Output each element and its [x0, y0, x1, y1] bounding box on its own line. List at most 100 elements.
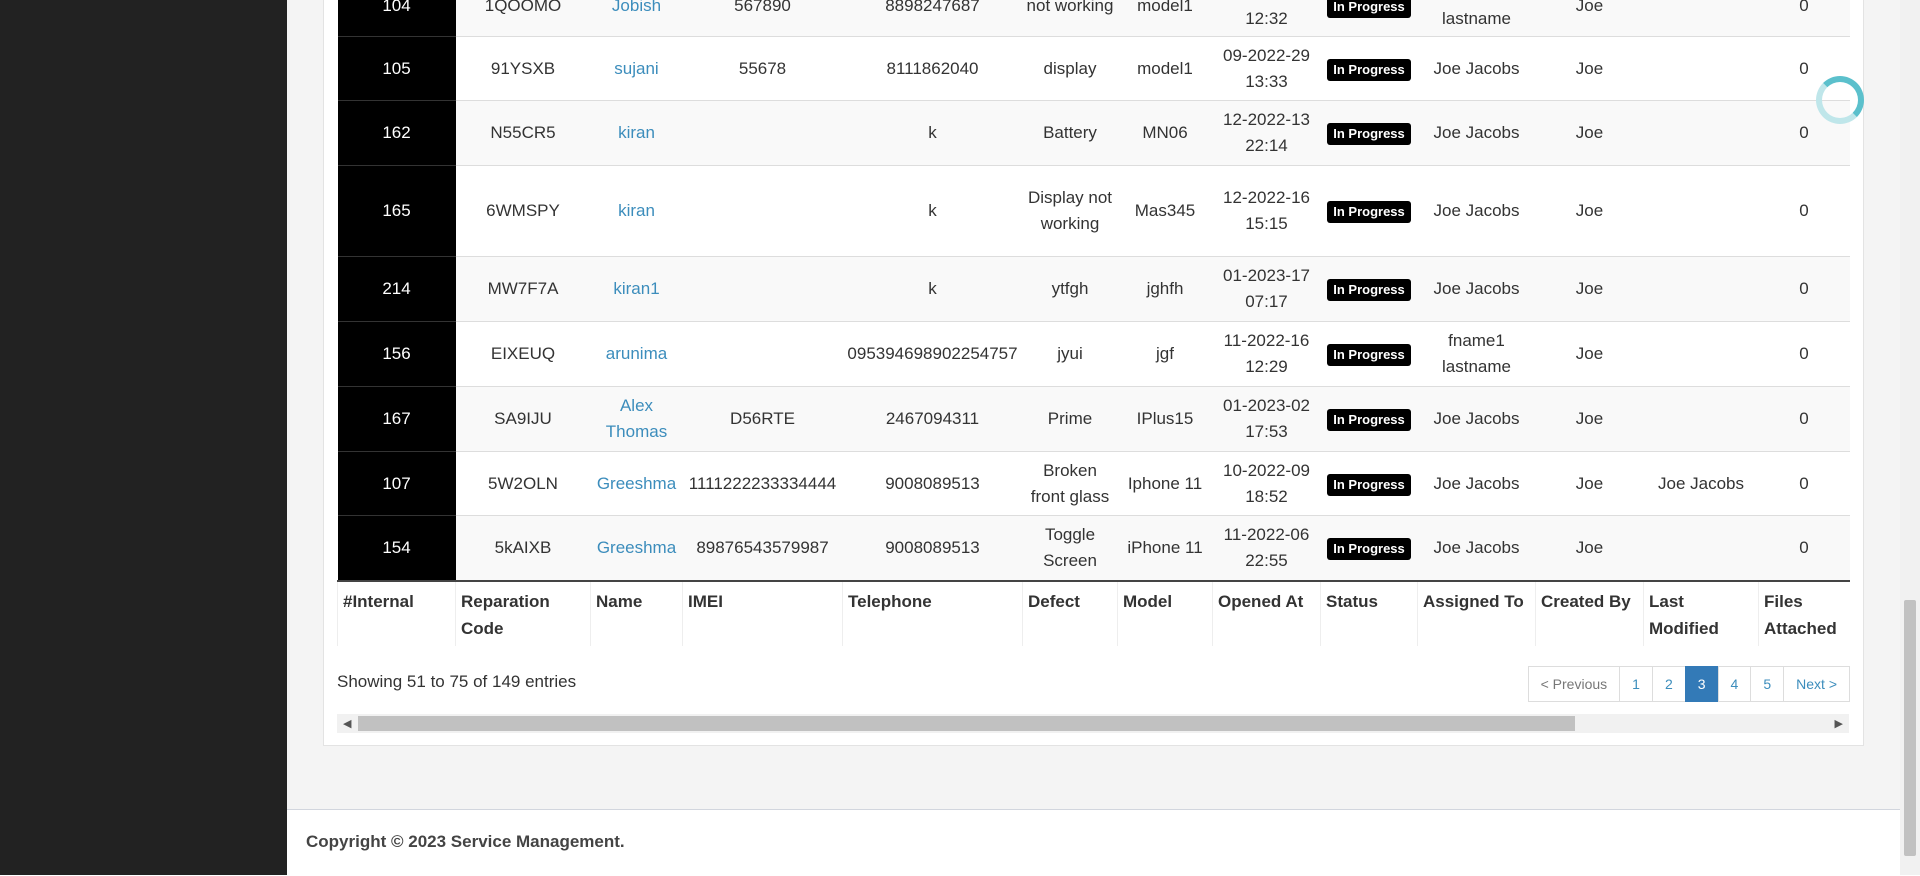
cell-defect: Toggle Screen: [1022, 515, 1118, 581]
table-info: Showing 51 to 75 of 149 entries: [337, 672, 577, 691]
column-header[interactable]: Reparation Code: [455, 579, 591, 646]
cell-name[interactable]: kiran: [590, 165, 683, 257]
cell-last-modified: [1643, 386, 1759, 452]
copyright-text: Copyright © 2023 Service Management.: [306, 832, 625, 851]
page-4-button[interactable]: 4: [1717, 666, 1752, 702]
main-content: 104 1QOOMO Jobish 567890 8898247687 not worki…: [287, 0, 1900, 876]
column-header[interactable]: Name: [590, 579, 683, 646]
vertical-scroll-thumb[interactable]: [1904, 600, 1916, 856]
table-row: 105 91YSXB sujani 55678 8111862040 display mod…: [337, 36, 1850, 101]
cell-model: Mas345: [1117, 165, 1213, 257]
column-header[interactable]: Last Modified: [1643, 579, 1759, 646]
cell-assigned-to: Joe Jacobs: [1417, 36, 1536, 101]
cell-model: IPlus15: [1117, 386, 1213, 452]
cell-defect: not working: [1022, 0, 1118, 37]
cell-name[interactable]: sujani: [590, 36, 683, 101]
cell-opened-at: 09-2022-29 12:32: [1212, 0, 1321, 37]
cell-assigned-to: fname1 lastname: [1417, 0, 1536, 37]
page-1-button[interactable]: 1: [1619, 666, 1653, 702]
cell-files: 0: [1758, 386, 1850, 452]
cell-last-modified: [1643, 321, 1759, 387]
column-header[interactable]: #Internal: [337, 579, 456, 646]
column-header[interactable]: IMEI: [682, 579, 843, 646]
cell-telephone: 9008089513: [842, 451, 1023, 516]
cell-model: MN06: [1117, 100, 1213, 166]
cell-defect: display: [1022, 36, 1118, 101]
cell-model: Iphone 11: [1117, 451, 1213, 516]
cell-assigned-to: Joe Jacobs: [1417, 515, 1536, 581]
column-header[interactable]: Model: [1117, 579, 1213, 646]
table-row: 154 5kAIXB Greeshma 89876543579987 900808951…: [337, 515, 1850, 581]
table-row: 156 EIXEUQ arunima 095394698902254757 jyui jg…: [337, 321, 1850, 387]
column-header[interactable]: Opened At: [1212, 579, 1321, 646]
cell-files: 0: [1758, 451, 1850, 516]
column-header[interactable]: Created By: [1535, 579, 1644, 646]
cell-created-by: Joe: [1535, 165, 1644, 257]
status-badge: In Progress: [1327, 123, 1411, 145]
cell-name[interactable]: Jobish: [590, 0, 683, 37]
cell-last-modified: [1643, 36, 1759, 101]
cell-opened-at: 01-2023-17 07:17: [1212, 256, 1321, 322]
cell-created-by: Joe: [1535, 0, 1644, 37]
cell-internal: 214: [337, 256, 456, 322]
cell-name[interactable]: Alex Thomas: [590, 386, 683, 452]
cell-telephone: 8898247687: [842, 0, 1023, 37]
table-header-row: #Internal Reparation Code Name IMEI Telephon…: [337, 579, 1850, 646]
cell-imei: 1111222233334444: [682, 451, 843, 516]
cell-opened-at: 12-2022-13 22:14: [1212, 100, 1321, 166]
cell-imei: D56RTE: [682, 386, 843, 452]
cell-imei: 567890: [682, 0, 843, 37]
cell-name[interactable]: arunima: [590, 321, 683, 387]
cell-files: 0: [1758, 321, 1850, 387]
cell-model: jghfh: [1117, 256, 1213, 322]
cell-telephone: 9008089513: [842, 515, 1023, 581]
loading-spinner-icon: [1816, 76, 1864, 124]
column-header[interactable]: Defect: [1022, 579, 1118, 646]
cell-name[interactable]: kiran: [590, 100, 683, 166]
cell-files: 0: [1758, 515, 1850, 581]
column-header[interactable]: Telephone: [842, 579, 1023, 646]
cell-status: In Progress: [1320, 100, 1418, 166]
cell-created-by: Joe: [1535, 386, 1644, 452]
table-row: 167 SA9IJU Alex Thomas D56RTE 2467094311 Prim…: [337, 386, 1850, 452]
next-page-button[interactable]: Next >: [1783, 666, 1850, 702]
previous-page-button[interactable]: < Previous: [1527, 666, 1621, 702]
cell-last-modified: Joe Jacobs: [1643, 451, 1759, 516]
column-header[interactable]: Files Attached: [1758, 579, 1850, 646]
cell-imei: [682, 100, 843, 166]
cell-telephone: 095394698902254757: [842, 321, 1023, 387]
cell-code: EIXEUQ: [455, 321, 591, 387]
column-header[interactable]: Assigned To: [1417, 579, 1536, 646]
cell-internal: 154: [337, 515, 456, 581]
cell-code: N55CR5: [455, 100, 591, 166]
cell-telephone: 8111862040: [842, 36, 1023, 101]
cell-name[interactable]: Greeshma: [590, 451, 683, 516]
page-2-button[interactable]: 2: [1651, 666, 1686, 702]
cell-defect: ytfgh: [1022, 256, 1118, 322]
scroll-right-icon[interactable]: ▶: [1835, 717, 1843, 730]
cell-created-by: Joe: [1535, 100, 1644, 166]
status-badge: In Progress: [1327, 279, 1411, 301]
cell-internal: 156: [337, 321, 456, 387]
cell-name[interactable]: Greeshma: [590, 515, 683, 581]
scroll-left-icon[interactable]: ◀: [343, 717, 351, 730]
page-3-button[interactable]: 3: [1684, 666, 1719, 702]
footer: Copyright © 2023 Service Management.: [287, 809, 1900, 876]
page-5-button[interactable]: 5: [1750, 666, 1785, 702]
cell-status: In Progress: [1320, 165, 1418, 257]
cell-internal: 104: [337, 0, 456, 37]
cell-imei: [682, 321, 843, 387]
vertical-scrollbar[interactable]: [1900, 0, 1920, 875]
cell-code: MW7F7A: [455, 256, 591, 322]
cell-last-modified: [1643, 256, 1759, 322]
cell-telephone: k: [842, 100, 1023, 166]
cell-assigned-to: Joe Jacobs: [1417, 165, 1536, 257]
cell-code: 91YSXB: [455, 36, 591, 101]
cell-name[interactable]: kiran1: [590, 256, 683, 322]
column-header[interactable]: Status: [1320, 579, 1418, 646]
table-row: 162 N55CR5 kiran k Battery MN06 12-2022-13 22:…: [337, 100, 1850, 166]
horizontal-scroll-thumb[interactable]: [358, 716, 1575, 731]
cell-internal: 105: [337, 36, 456, 101]
cell-model: jgf: [1117, 321, 1213, 387]
horizontal-scrollbar[interactable]: ◀ ▶: [337, 714, 1849, 733]
